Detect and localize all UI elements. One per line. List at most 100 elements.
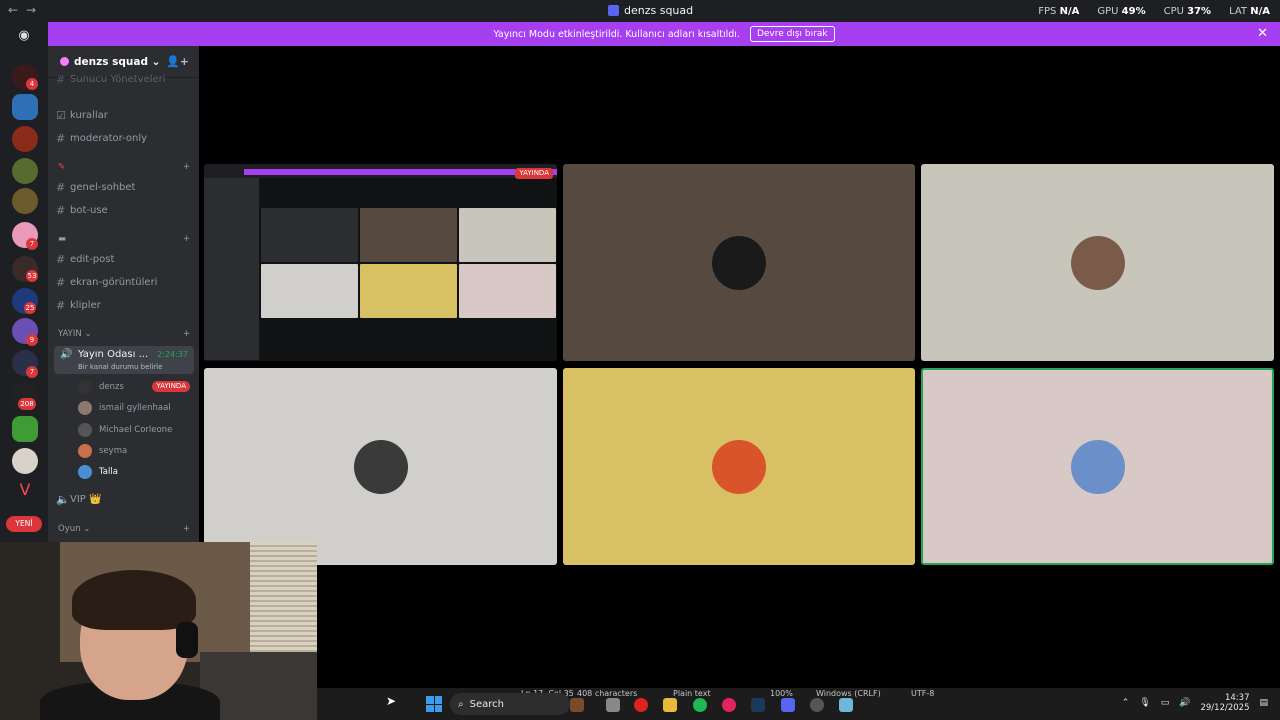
screen: ←→ denzs squad FPS N/A GPU 49% CPU 37% L… [0, 0, 1280, 720]
category-yayin[interactable]: YAYIN ⌄ + [58, 329, 190, 343]
mouse-cursor: ➤ [386, 694, 397, 708]
opera-icon[interactable] [634, 698, 648, 712]
speaker-icon: 🔈 [56, 492, 70, 506]
unread-badge: 25 [24, 302, 36, 314]
taskbar-search[interactable]: ⌕ Search [450, 693, 570, 715]
editor-zoom: 100% [770, 689, 793, 698]
channel-sidebar: denzs squad ⌄ 👤+ # Sunucu Yönetveleri ☑ ku… [48, 46, 199, 542]
channel-status[interactable]: Bir kanal durumu belirle [78, 363, 162, 371]
file-explorer-icon[interactable] [663, 698, 677, 712]
streamer-mode-banner: Yayıncı Modu etkinleştirildi. Kullanıcı … [48, 22, 1280, 46]
channel-moderator-only[interactable]: # moderator-only [56, 129, 192, 147]
server-icon[interactable] [12, 94, 38, 120]
chevron-up-icon[interactable]: ⌃ [1122, 698, 1130, 708]
microphone-icon[interactable]: 🎙 [1139, 698, 1150, 708]
search-icon: ⌕ [458, 698, 464, 710]
nav-arrows[interactable]: ←→ [8, 3, 44, 17]
performance-overlay: FPS N/A GPU 49% CPU 37% LAT N/A [1038, 6, 1270, 17]
voice-member[interactable]: Michael Corleone [78, 421, 194, 439]
voice-timer: 2:24:37 [157, 350, 188, 359]
title-bar: ←→ denzs squad FPS N/A GPU 49% CPU 37% L… [0, 0, 1280, 22]
participant-tile[interactable] [921, 164, 1274, 361]
close-icon[interactable]: ✕ [1257, 26, 1268, 41]
channel-klipler[interactable]: # klipler [56, 296, 192, 314]
discord-home-icon[interactable]: ◉ [12, 28, 36, 46]
app-icon[interactable] [810, 698, 824, 712]
participant-tile[interactable] [204, 368, 557, 565]
windows-start-icon[interactable] [426, 696, 442, 712]
avatar [712, 440, 766, 494]
voice-speaker-icon: 🔊 [60, 349, 73, 360]
hash-icon: # [56, 131, 66, 145]
channel-item[interactable]: # Sunucu Yönetveleri [56, 70, 192, 88]
app-icon[interactable] [606, 698, 620, 712]
editor-char-count: 408 characters [577, 689, 638, 698]
avatar [78, 423, 92, 437]
add-channel-icon[interactable]: + [183, 524, 190, 538]
clock[interactable]: 14:37 29/12/2025 [1200, 693, 1249, 713]
editor-encoding: UTF-8 [911, 689, 935, 698]
live-badge: YAYINDA [152, 381, 190, 392]
add-channel-icon[interactable]: + [183, 162, 190, 176]
channel-ekran-goruntuleri[interactable]: # ekran-görüntüleri [56, 273, 192, 291]
discord-window-icon [608, 5, 619, 16]
unread-badge: 4 [26, 78, 38, 90]
server-icon[interactable] [12, 448, 38, 474]
new-badge: YENİ [6, 516, 42, 532]
voice-channel-active[interactable]: 🔊 Yayın Odası ... 2:24:37 Bir kanal duru… [54, 346, 194, 374]
system-tray: ⌃ 🎙 ▭ 🔊 14:37 29/12/2025 ▤ [1122, 693, 1268, 713]
avatar [78, 401, 92, 415]
hash-icon: # [56, 275, 66, 289]
discord-icon[interactable] [781, 698, 795, 712]
notepad-icon[interactable] [839, 698, 853, 712]
server-icon[interactable] [12, 188, 38, 214]
avatar [78, 444, 92, 458]
live-badge: YAYINDA [515, 168, 553, 179]
voice-member[interactable]: denzs YAYINDA [78, 378, 194, 396]
category-oyun[interactable]: Oyun ⌄ + [58, 524, 190, 538]
voice-member[interactable]: Talla [78, 463, 194, 481]
spotify-icon[interactable] [693, 698, 707, 712]
server-boost-icon [60, 57, 69, 66]
network-icon[interactable]: ▭ [1161, 698, 1170, 708]
stream-tile[interactable]: YAYINDA [204, 164, 557, 361]
notifications-icon[interactable]: ▤ [1259, 698, 1268, 708]
participant-tile[interactable] [563, 368, 915, 565]
avatar [78, 465, 92, 479]
invite-people-icon[interactable]: 👤+ [166, 55, 189, 68]
channel-kurallar[interactable]: ☑ kurallar [56, 106, 192, 124]
disable-streamer-mode-button[interactable]: Devre dışı bırak [749, 26, 835, 42]
volume-icon[interactable]: 🔊 [1179, 698, 1190, 708]
hash-icon: # [56, 72, 66, 86]
category-header[interactable]: ✎ + [58, 162, 190, 176]
valorant-server-icon[interactable]: V [12, 480, 38, 506]
channel-bot-use[interactable]: # bot-use [56, 201, 192, 219]
participant-tile[interactable] [563, 164, 915, 361]
server-icon[interactable] [12, 158, 38, 184]
avatar [1071, 236, 1125, 290]
server-icon[interactable] [12, 416, 38, 442]
unread-badge: 7 [26, 238, 38, 250]
voice-channel-vip[interactable]: 🔈 VIP 👑 [56, 490, 192, 508]
editor-format: Plain text [673, 689, 711, 698]
hash-icon: # [56, 203, 66, 217]
server-icon[interactable] [12, 126, 38, 152]
app-icon[interactable] [722, 698, 736, 712]
voice-member[interactable]: seyma [78, 442, 194, 460]
unread-badge: 208 [18, 398, 36, 410]
participant-tile-speaking[interactable] [921, 368, 1274, 565]
category-header[interactable]: ▬ + [58, 234, 190, 248]
rules-icon: ☑ [56, 108, 66, 122]
unread-badge: 9 [26, 334, 38, 346]
add-channel-icon[interactable]: + [183, 329, 190, 343]
add-channel-icon[interactable]: + [183, 234, 190, 248]
channel-edit-post[interactable]: # edit-post [56, 250, 192, 268]
app-icon[interactable] [570, 698, 584, 712]
hash-icon: # [56, 252, 66, 266]
steam-icon[interactable] [751, 698, 765, 712]
unread-badge: 53 [26, 270, 38, 282]
editor-line-endings: Windows (CRLF) [816, 689, 881, 698]
window-title: denzs squad [608, 4, 693, 17]
voice-member[interactable]: ismail gyllenhaal [78, 399, 194, 417]
channel-genel-sohbet[interactable]: # genel-sohbet [56, 178, 192, 196]
